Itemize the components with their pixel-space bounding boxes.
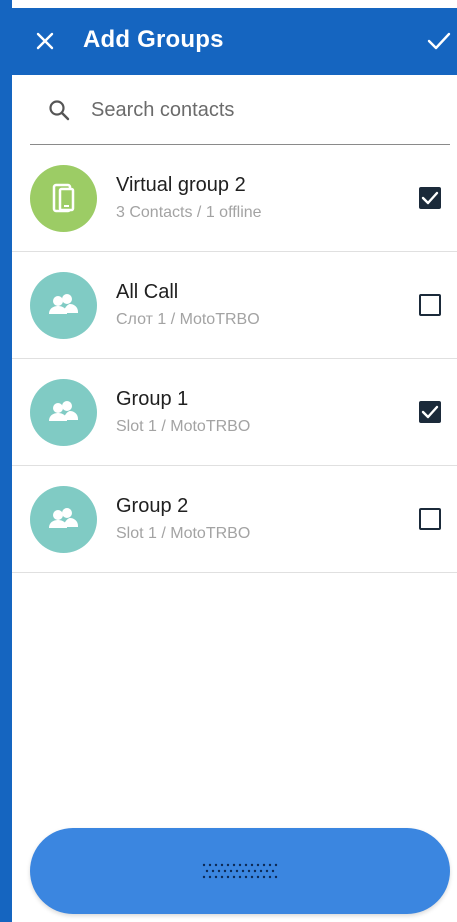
group-name: Group 2 [116, 495, 189, 517]
group-list: Virtual group 2 3 Contacts / 1 offline A… [12, 145, 457, 573]
group-icon [49, 294, 78, 314]
group-icon [49, 401, 78, 421]
group-name: All Call [116, 281, 179, 303]
confirm-button[interactable] [426, 30, 452, 52]
group-subtitle: Slot 1 / MotoTRBO [116, 418, 251, 435]
avatar [30, 379, 97, 446]
list-item-all-call[interactable]: All Call Слот 1 / MotoTRBO [12, 252, 457, 359]
list-item-group-1[interactable]: Group 1 Slot 1 / MotoTRBO [12, 359, 457, 466]
top-app-bar: Add Groups [12, 8, 457, 75]
group-subtitle: Slot 1 / MotoTRBO [116, 525, 251, 542]
list-item-group-2[interactable]: Group 2 Slot 1 / MotoTRBO [12, 466, 457, 573]
app-screen: Add Groups Virtual group 2 3 Contacts / … [0, 0, 457, 922]
group-subtitle: Слот 1 / MotoTRBO [116, 311, 260, 328]
group-name: Group 1 [116, 388, 189, 410]
close-icon [36, 32, 54, 50]
group-checkbox-checked[interactable] [419, 401, 441, 423]
list-item-virtual-group-2[interactable]: Virtual group 2 3 Contacts / 1 offline [12, 145, 457, 252]
push-to-talk-button[interactable] [30, 828, 450, 914]
search-icon [49, 100, 70, 121]
close-button[interactable] [34, 30, 56, 52]
left-edge-accent [0, 0, 12, 922]
group-checkbox-checked[interactable] [419, 187, 441, 209]
search-bar [30, 82, 450, 145]
page-title: Add Groups [83, 26, 224, 53]
search-input[interactable] [91, 96, 431, 124]
check-icon [427, 32, 451, 50]
checkmark-icon [421, 191, 439, 205]
avatar [30, 486, 97, 553]
group-checkbox-unchecked[interactable] [419, 508, 441, 530]
checkmark-icon [421, 405, 439, 419]
avatar [30, 272, 97, 339]
avatar [30, 165, 97, 232]
phone-icon [52, 183, 75, 213]
group-name: Virtual group 2 [116, 174, 246, 196]
group-icon [49, 508, 78, 528]
group-checkbox-unchecked[interactable] [419, 294, 441, 316]
group-subtitle: 3 Contacts / 1 offline [116, 204, 262, 221]
grip-dots-icon [202, 863, 278, 879]
